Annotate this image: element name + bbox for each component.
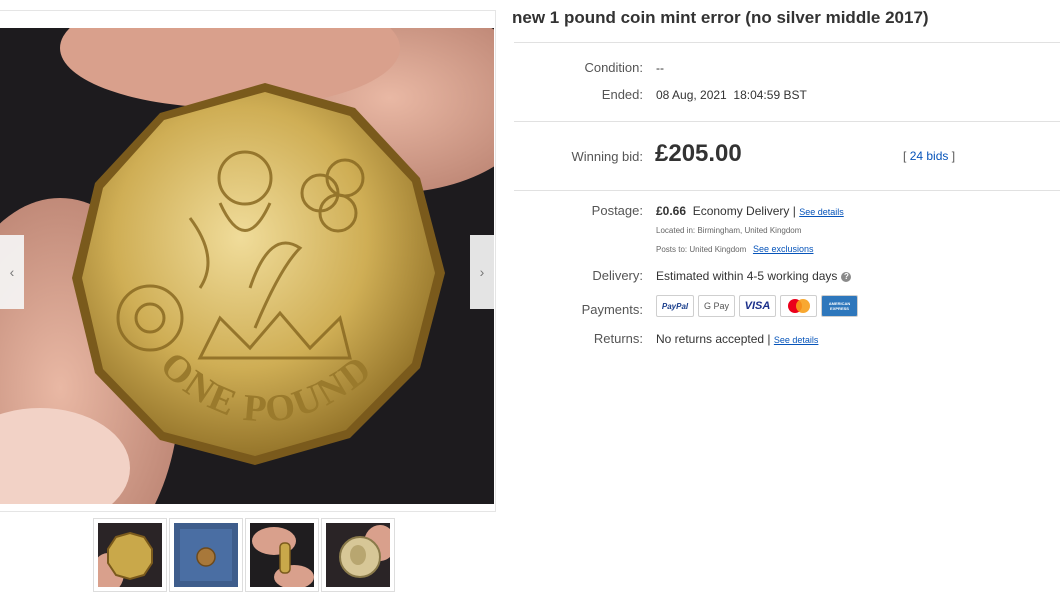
payment-methods: PayPal G Pay VISA AMERICAN EXPRESS <box>656 295 858 317</box>
returns-value: No returns accepted | See details <box>656 332 818 346</box>
thumbnail-coin-front <box>98 523 162 587</box>
ended-label: Ended: <box>601 87 643 102</box>
condition-row: Condition: -- <box>514 60 664 75</box>
winning-bid-label: Winning bid: <box>571 149 643 164</box>
thumbnail-coin-back <box>326 523 390 587</box>
thumbnail-strip <box>93 518 395 592</box>
returns-separator: | <box>767 332 771 346</box>
payments-row: Payments: <box>514 302 643 317</box>
ended-value: 08 Aug, 2021 18:04:59 BST <box>656 88 807 102</box>
title-divider <box>514 42 1060 43</box>
gpay-logo-text: G Pay <box>703 301 729 311</box>
bid-bottom-divider <box>514 190 1060 191</box>
bid-bracket-open: [ <box>903 149 907 163</box>
thumbnail-4[interactable] <box>321 518 395 592</box>
coin-photo: ONE POUND <box>0 28 494 504</box>
visa-icon: VISA <box>739 295 776 317</box>
ended-row: Ended: 08 Aug, 2021 18:04:59 BST <box>514 87 807 102</box>
info-icon[interactable]: ? <box>841 272 852 282</box>
amex-logo-text: AMERICAN EXPRESS <box>828 301 851 311</box>
returns-label: Returns: <box>593 331 643 346</box>
listing-title: new 1 pound coin mint error (no silver m… <box>512 8 929 27</box>
thumbnail-3[interactable] <box>245 518 319 592</box>
see-exclusions-link[interactable]: See exclusions <box>753 244 814 254</box>
payments-label: Payments: <box>581 302 643 317</box>
returns-row: Returns: No returns accepted | See detai… <box>514 331 819 346</box>
postage-value: £0.66 Economy Delivery | See details <box>656 204 844 218</box>
main-product-image[interactable]: ONE POUND <box>0 28 494 504</box>
postage-row: Postage: £0.66 Economy Delivery | See de… <box>514 203 844 218</box>
thumbnail-2[interactable] <box>169 518 243 592</box>
delivery-label: Delivery: <box>592 268 643 283</box>
amex-icon: AMERICAN EXPRESS <box>821 295 858 317</box>
bid-history-link[interactable]: 24 bids <box>910 149 949 163</box>
delivery-estimate: Estimated within 4-5 working days <box>656 269 838 283</box>
located-in: Located in: Birmingham, United Kingdom <box>656 226 802 235</box>
posts-to-line: Posts to: United Kingdom See exclusions <box>656 244 814 254</box>
condition-label: Condition: <box>584 60 643 75</box>
condition-value: -- <box>656 61 664 75</box>
postage-separator: | <box>792 204 796 218</box>
google-pay-icon: G Pay <box>698 295 735 317</box>
bid-bracket-close: ] <box>951 149 956 163</box>
previous-image-button[interactable]: ‹ <box>0 235 24 309</box>
delivery-value: Estimated within 4-5 working days? <box>656 269 852 283</box>
delivery-row: Delivery: Estimated within 4-5 working d… <box>514 268 852 283</box>
postage-see-details-link[interactable]: See details <box>799 207 844 217</box>
thumbnail-coin-edge <box>250 523 314 587</box>
postage-label: Postage: <box>591 203 643 218</box>
visa-logo-text: VISA <box>744 300 771 312</box>
winning-bid-row: Winning bid: £205.00 <box>514 140 742 168</box>
returns-policy: No returns accepted <box>656 332 765 346</box>
posts-to: Posts to: United Kingdom <box>656 245 747 254</box>
bid-count: [ 24 bids ] <box>903 149 955 163</box>
paypal-logo-text: PayPal <box>661 301 689 311</box>
image-gallery: ONE POUND ‹ › <box>0 10 496 512</box>
mastercard-logo <box>787 299 810 313</box>
mastercard-icon <box>780 295 817 317</box>
postage-cost: £0.66 <box>656 204 687 218</box>
next-image-button[interactable]: › <box>470 235 494 309</box>
returns-see-details-link[interactable]: See details <box>774 335 819 345</box>
postage-service: Economy Delivery <box>692 204 790 218</box>
paypal-icon: PayPal <box>656 295 694 317</box>
thumbnail-coin-on-blue <box>174 523 238 587</box>
bid-top-divider <box>514 121 1060 122</box>
winning-bid-amount: £205.00 <box>655 140 742 167</box>
thumbnail-1[interactable] <box>93 518 167 592</box>
